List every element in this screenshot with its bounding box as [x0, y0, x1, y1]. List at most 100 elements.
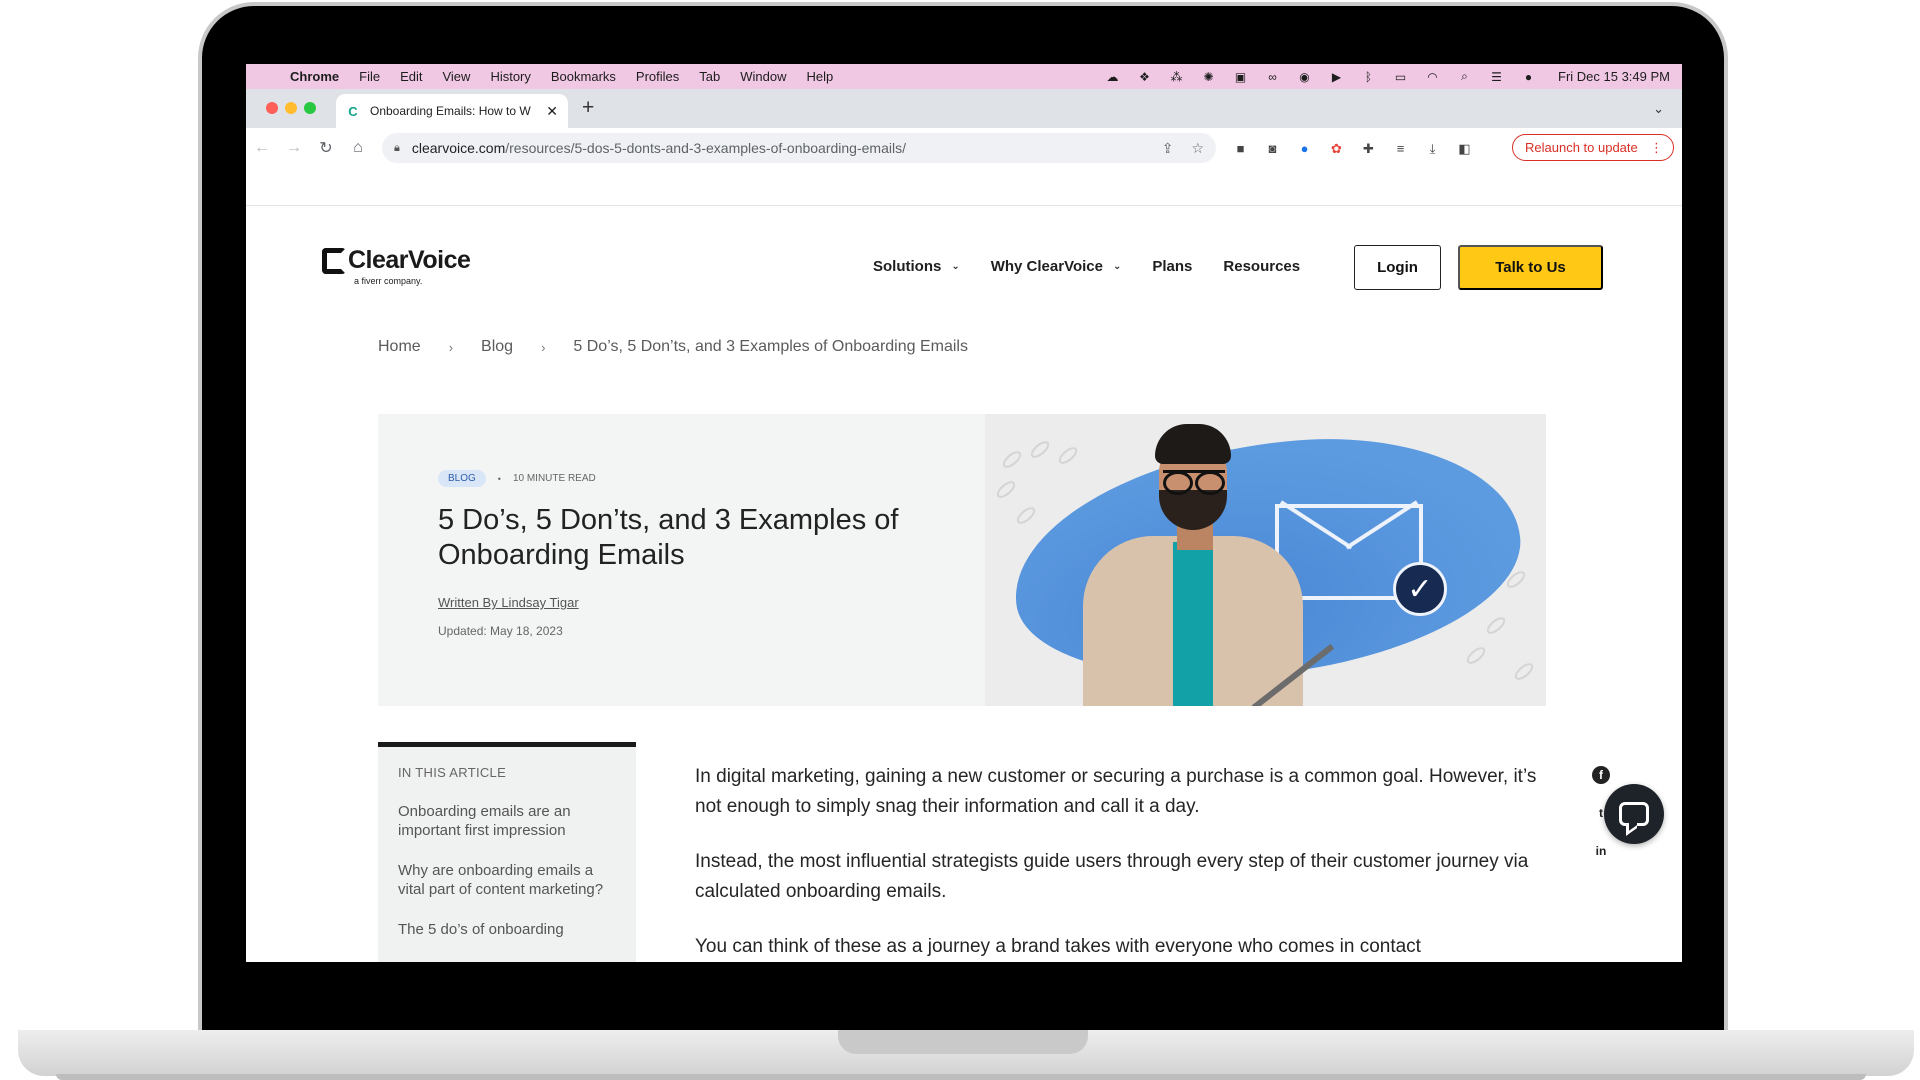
extension-dark-icon[interactable]: ■	[1232, 140, 1249, 157]
cloud-icon[interactable]: ☁	[1104, 70, 1121, 84]
dropbox-icon[interactable]: ❖	[1136, 70, 1153, 84]
leaf-decoration	[994, 478, 1018, 501]
gear-icon[interactable]: ✺	[1200, 70, 1217, 84]
screen: Chrome File Edit View History Bookmarks …	[246, 64, 1682, 962]
browser-tab-strip: C Onboarding Emails: How to W ✕ + ⌄	[246, 89, 1682, 128]
nav-why-label: Why ClearVoice	[990, 258, 1103, 275]
minimize-window-button[interactable]	[285, 102, 297, 114]
nav-resources[interactable]: Resources	[1223, 258, 1300, 275]
control-center-icon[interactable]: ☰	[1488, 70, 1505, 84]
laptop-frame: Chrome File Edit View History Bookmarks …	[0, 0, 1920, 1080]
tab-close-icon[interactable]: ✕	[546, 103, 558, 120]
article-meta: BLOG • 10 MINUTE READ	[438, 470, 958, 487]
envelope-flap-right	[1345, 500, 1419, 550]
hero-illustration: ✓	[985, 414, 1546, 706]
breadcrumb-blog[interactable]: Blog	[481, 338, 513, 356]
extension-colorful-icon[interactable]: ✿	[1328, 140, 1345, 157]
extension-blue-icon[interactable]: ●	[1296, 140, 1313, 157]
person-shirt	[1173, 542, 1213, 706]
breadcrumb-home[interactable]: Home	[378, 338, 421, 356]
address-bar[interactable]: 🔒︎ clearvoice.com/resources/5-dos-5-dont…	[382, 133, 1216, 163]
extension-icons: ■ ◙ ● ✿ ✚ ≡ ⤓ ◧	[1232, 140, 1473, 157]
toc-item[interactable]: The 5 do’s of onboarding	[398, 920, 616, 939]
article-paragraph: You can think of these as a journey a br…	[695, 936, 1421, 957]
craft-icon[interactable]: ⁂	[1168, 70, 1185, 84]
url-path: /resources/5-dos-5-donts-and-3-examples-…	[505, 140, 906, 156]
menu-file[interactable]: File	[359, 69, 380, 84]
relaunch-label: Relaunch to update	[1525, 140, 1638, 155]
reload-icon[interactable]: ↻	[310, 138, 342, 158]
wifi-icon[interactable]: ◠	[1424, 70, 1441, 84]
menu-bookmarks[interactable]: Bookmarks	[551, 69, 616, 84]
menubar-status-area: ☁ ❖ ⁂ ✺ ▣ ∞ ◉ ▶ ᛒ ▭ ◠ ⌕ ☰ ● Fri Dec 15 3…	[1104, 69, 1682, 84]
side-panel-icon[interactable]: ◧	[1456, 140, 1473, 157]
main-nav: Solutions ⌄ Why ClearVoice ⌄ Plans Resourc…	[873, 258, 1331, 275]
meta-separator: •	[497, 473, 501, 484]
toc-item[interactable]: Onboarding emails are an important first…	[398, 802, 616, 840]
table-of-contents: IN THIS ARTICLE Onboarding emails are an…	[378, 742, 636, 962]
logo-tagline: a fiverr company.	[354, 276, 423, 286]
tab-search-chevron-icon[interactable]: ⌄	[1653, 101, 1664, 117]
puzzle-icon[interactable]: ✚	[1360, 140, 1377, 157]
nav-solutions[interactable]: Solutions ⌄	[873, 258, 960, 275]
camera-icon[interactable]: ◙	[1264, 140, 1281, 157]
browser-tab-active[interactable]: C Onboarding Emails: How to W ✕	[336, 94, 568, 128]
article-title: 5 Do’s, 5 Don’ts, and 3 Examples of Onbo…	[438, 504, 899, 571]
talk-to-us-button[interactable]: Talk to Us	[1458, 245, 1603, 290]
menu-view[interactable]: View	[442, 69, 470, 84]
siri-icon[interactable]: ●	[1520, 70, 1537, 84]
lock-icon[interactable]: 🔒︎	[394, 142, 400, 155]
menu-window[interactable]: Window	[740, 69, 786, 84]
close-window-button[interactable]	[266, 102, 278, 114]
bookmark-star-icon[interactable]: ☆	[1191, 140, 1204, 157]
menu-app-name[interactable]: Chrome	[290, 69, 339, 84]
author-link[interactable]: Written By Lindsay Tigar	[438, 595, 579, 610]
menu-tab[interactable]: Tab	[699, 69, 720, 84]
chevron-down-icon: ⌄	[1112, 261, 1122, 272]
zoom-window-button[interactable]	[304, 102, 316, 114]
laptop-notch	[838, 1030, 1088, 1054]
relaunch-to-update-button[interactable]: Relaunch to update ⋮	[1512, 134, 1674, 161]
facebook-icon[interactable]: f	[1592, 766, 1610, 784]
menubar-clock[interactable]: Fri Dec 15 3:49 PM	[1558, 69, 1670, 84]
forward-arrow-icon[interactable]: →	[278, 139, 310, 157]
screenshot-icon[interactable]: ▣	[1232, 70, 1249, 84]
breadcrumb-separator: ›	[448, 339, 454, 355]
chat-icon[interactable]: ◉	[1296, 70, 1313, 84]
new-tab-button[interactable]: +	[582, 97, 594, 118]
play-icon[interactable]: ▶	[1328, 70, 1345, 84]
more-vertical-icon[interactable]: ⋮	[1650, 140, 1663, 156]
creative-cloud-icon[interactable]: ∞	[1264, 70, 1281, 84]
menu-help[interactable]: Help	[807, 69, 834, 84]
menu-profiles[interactable]: Profiles	[636, 69, 679, 84]
chevron-down-icon: ⌄	[951, 261, 960, 272]
person-glasses	[1163, 470, 1225, 495]
download-icon[interactable]: ⤓	[1424, 140, 1441, 157]
home-icon[interactable]: ⌂	[342, 139, 374, 157]
person-photo	[1073, 424, 1335, 706]
category-badge[interactable]: BLOG	[438, 470, 486, 487]
share-icon[interactable]: ⇪	[1162, 140, 1174, 157]
chat-widget-button[interactable]	[1604, 784, 1664, 844]
toc-item[interactable]: Why are onboarding emails a vital part o…	[398, 861, 616, 899]
nav-plans[interactable]: Plans	[1152, 258, 1192, 275]
back-arrow-icon[interactable]: ←	[246, 139, 278, 157]
nav-why-clearvoice[interactable]: Why ClearVoice ⌄	[991, 258, 1122, 275]
battery-icon[interactable]: ▭	[1392, 70, 1409, 84]
search-icon[interactable]: ⌕	[1456, 69, 1473, 84]
login-button[interactable]: Login	[1354, 245, 1441, 290]
article-paragraph: Instead, the most influential strategist…	[695, 851, 1529, 902]
article-hero: BLOG • 10 MINUTE READ 5 Do’s, 5 Don’ts, …	[378, 414, 1546, 706]
bluetooth-icon[interactable]: ᛒ	[1360, 70, 1377, 84]
browser-toolbar: ← → ↻ ⌂ 🔒︎ clearvoice.com/resources/5-do…	[246, 128, 1682, 168]
checkmark-icon: ✓	[1393, 562, 1447, 616]
reading-list-icon[interactable]: ≡	[1392, 140, 1409, 157]
menu-edit[interactable]: Edit	[400, 69, 422, 84]
person-beard	[1159, 490, 1227, 530]
linkedin-icon[interactable]: in	[1588, 838, 1614, 864]
leaf-decoration	[1000, 448, 1024, 471]
laptop-base-shadow	[56, 1074, 1866, 1080]
article-body: In digital marketing, gaining a new cust…	[695, 762, 1555, 962]
clearvoice-favicon-icon: C	[348, 103, 358, 119]
menu-history[interactable]: History	[490, 69, 530, 84]
